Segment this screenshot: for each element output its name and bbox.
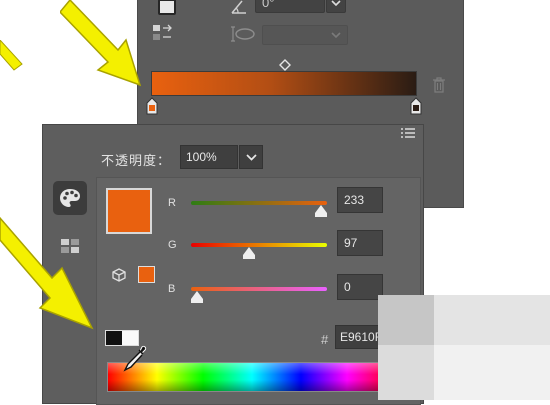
opacity-label: 不透明度：: [101, 153, 172, 168]
angle-icon: [231, 0, 246, 14]
trash-icon[interactable]: [432, 77, 446, 93]
opacity-dropdown-button[interactable]: [239, 145, 263, 169]
r-slider-thumb[interactable]: [314, 205, 327, 217]
b-value-input[interactable]: 0: [337, 274, 383, 300]
midpoint-diamond-icon[interactable]: [279, 59, 291, 71]
opacity-input[interactable]: 100%: [180, 145, 238, 169]
g-value-input[interactable]: 97: [337, 230, 383, 256]
channel-label-r: R: [168, 197, 176, 209]
g-slider-thumb[interactable]: [242, 247, 255, 259]
eyedropper-icon: [123, 345, 147, 372]
pointer-arrow-icon: [60, 0, 142, 87]
panel-menu-icon[interactable]: [400, 127, 416, 139]
aspect-dropdown[interactable]: [262, 25, 348, 45]
angle-dropdown-arrow[interactable]: [326, 0, 346, 13]
b-slider-thumb[interactable]: [191, 291, 203, 303]
g-slider-track[interactable]: [191, 243, 327, 247]
color-spectrum[interactable]: [107, 362, 397, 392]
channel-label-b: B: [168, 283, 176, 295]
gradient-type-button[interactable]: [158, 0, 176, 15]
b-slider-track[interactable]: [191, 287, 327, 291]
watermark-blocks: [378, 295, 550, 400]
pointer-arrow-icon: [0, 40, 23, 71]
web-safe-cube-icon: [112, 268, 126, 282]
aspect-ratio-icon: [231, 26, 255, 42]
black-white-picker[interactable]: [105, 330, 139, 346]
gradient-stop-right[interactable]: [410, 97, 422, 115]
r-value-input[interactable]: 233: [337, 187, 383, 213]
angle-value: 0°: [262, 0, 275, 10]
r-slider-track[interactable]: [191, 201, 327, 205]
pointer-arrow-icon: [0, 216, 94, 330]
chevron-down-icon: [331, 32, 341, 38]
white-swatch[interactable]: [122, 331, 138, 345]
chevron-down-icon: [245, 153, 257, 161]
gradient-stop-left[interactable]: [146, 97, 158, 115]
hex-hash-label: #: [321, 332, 329, 347]
gradient-bar[interactable]: [151, 71, 417, 96]
angle-dropdown[interactable]: 0°: [255, 0, 325, 13]
current-color-swatch[interactable]: [106, 188, 152, 234]
chevron-down-icon: [331, 0, 341, 6]
channel-label-g: G: [168, 239, 177, 251]
web-safe-color-swatch[interactable]: [138, 266, 155, 283]
